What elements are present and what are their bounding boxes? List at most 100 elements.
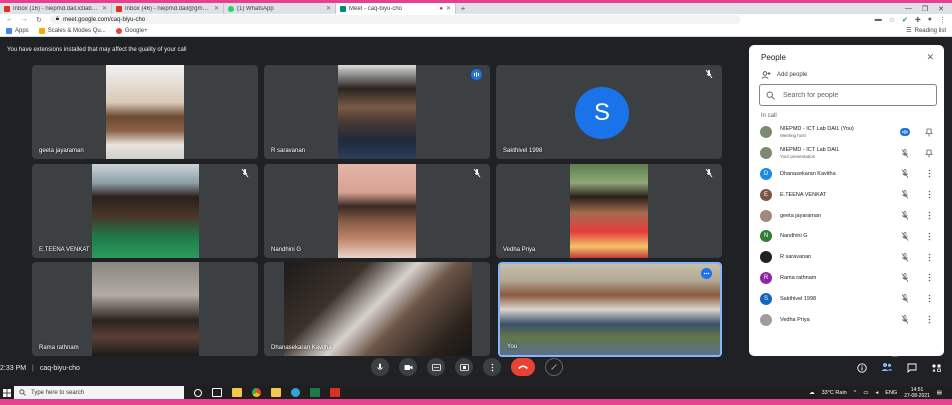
mic-off-icon[interactable] xyxy=(900,211,910,221)
close-window-icon[interactable]: ✕ xyxy=(938,5,944,13)
pen-button[interactable] xyxy=(545,358,563,376)
captions-button[interactable] xyxy=(427,358,445,376)
video-tile-geeta[interactable]: geeta jayaraman xyxy=(32,65,258,159)
video-tile-nandhini[interactable]: Nandhini G xyxy=(264,164,490,258)
mic-off-icon[interactable] xyxy=(900,148,910,158)
bookmark-scales[interactable]: Scales & Modes Qu... xyxy=(38,27,106,34)
bookmark-apps[interactable]: Apps xyxy=(6,27,29,34)
participant-row[interactable]: D Dhanasekaran Kavitha xyxy=(749,164,944,185)
video-tile-dhanasekaran[interactable]: Dhanasekaran Kavitha xyxy=(264,262,490,356)
add-people-button[interactable]: Add people xyxy=(761,71,807,79)
file-explorer-icon[interactable] xyxy=(232,388,242,397)
participant-row[interactable]: N Nandhini G xyxy=(749,226,944,247)
back-icon[interactable]: ← xyxy=(6,16,13,23)
minimize-icon[interactable]: — xyxy=(905,5,912,12)
people-button[interactable]: 10 xyxy=(881,352,899,377)
mic-off-icon[interactable] xyxy=(900,190,910,200)
mic-off-icon[interactable] xyxy=(900,315,910,325)
more-vert-icon[interactable] xyxy=(924,231,934,241)
address-bar[interactable]: 🔒︎ meet.google.com/caq-biyu-cho xyxy=(49,15,740,24)
task-view-icon[interactable] xyxy=(212,388,222,397)
chrome-icon[interactable] xyxy=(252,388,261,397)
camera-button[interactable] xyxy=(399,358,417,376)
clock[interactable]: 14:51 27-08-2021 xyxy=(904,387,930,399)
language-indicator[interactable]: ENG xyxy=(885,390,897,396)
maximize-icon[interactable]: ❐ xyxy=(922,5,928,13)
present-button[interactable] xyxy=(455,358,473,376)
taskbar-search[interactable]: Type here to search xyxy=(14,386,184,399)
participant-row[interactable]: R saravanan xyxy=(749,247,944,268)
mic-off-icon[interactable] xyxy=(900,273,910,283)
gmail-icon xyxy=(116,5,122,12)
video-tile-vedha[interactable]: Vedha Priya xyxy=(496,164,722,258)
puzzle-icon[interactable]: ✚ xyxy=(915,16,921,24)
more-vert-icon[interactable] xyxy=(924,294,934,304)
acrobat-icon[interactable] xyxy=(330,388,340,397)
more-options-button[interactable] xyxy=(483,358,501,376)
activities-icon[interactable] xyxy=(931,363,942,373)
participant-row[interactable]: geeta jayaraman xyxy=(749,205,944,226)
more-vert-icon[interactable] xyxy=(924,169,934,179)
more-vert-icon[interactable] xyxy=(924,252,934,262)
participant-row[interactable]: NIEPMD - ICT Lab DAIL Your presentation xyxy=(749,143,944,164)
tab-gmail-ictlab[interactable]: Inbox (16) - niepmd.dail.ictlab@... ✕ xyxy=(0,3,112,14)
pin-icon[interactable] xyxy=(924,127,934,137)
profile-icon[interactable]: ● xyxy=(928,16,932,23)
speaking-indicator-icon[interactable] xyxy=(900,127,910,137)
more-vert-icon[interactable] xyxy=(924,273,934,283)
camera-icon[interactable]: ▬ xyxy=(875,16,882,23)
new-tab-button[interactable]: + xyxy=(456,3,470,14)
edge-icon[interactable] xyxy=(291,388,300,397)
more-vert-icon[interactable] xyxy=(924,211,934,221)
participant-row[interactable]: NIEPMD - ICT Lab DAIL (You) Meeting host xyxy=(749,122,944,143)
mic-off-icon[interactable] xyxy=(900,169,910,179)
video-tile-sakthivel[interactable]: S Sakthivel 1998 xyxy=(496,65,722,159)
network-icon[interactable]: ▭ xyxy=(863,390,868,396)
weather-text[interactable]: 33°C Rain xyxy=(822,390,847,396)
mic-off-icon[interactable] xyxy=(900,294,910,304)
forward-icon[interactable]: → xyxy=(21,16,28,23)
close-icon[interactable]: ✕ xyxy=(326,5,331,12)
pin-icon[interactable] xyxy=(924,148,934,158)
folder-icon[interactable] xyxy=(271,388,281,397)
people-search-box[interactable] xyxy=(759,84,937,106)
end-call-button[interactable] xyxy=(511,358,535,376)
more-vert-icon[interactable] xyxy=(924,315,934,325)
mic-button[interactable] xyxy=(371,358,389,376)
video-tile-saravanan[interactable]: R saravanan xyxy=(264,65,490,159)
close-icon[interactable]: ✕ xyxy=(214,5,219,12)
tab-whatsapp[interactable]: (1) WhatsApp ✕ xyxy=(224,3,336,14)
chat-icon[interactable] xyxy=(907,363,917,373)
notifications-icon[interactable]: ▤ xyxy=(937,390,942,396)
video-tile-rama[interactable]: Rama rathnam xyxy=(32,262,258,356)
close-icon[interactable]: ✕ xyxy=(446,5,451,12)
reload-icon[interactable]: ↻ xyxy=(36,16,42,24)
participant-row[interactable]: R Rama rathnam xyxy=(749,268,944,289)
excel-icon[interactable] xyxy=(310,388,320,397)
tab-meet[interactable]: Meet - caq-biyu-cho ● ✕ xyxy=(336,3,456,14)
mic-off-icon[interactable] xyxy=(900,252,910,262)
cortana-icon[interactable] xyxy=(194,388,202,397)
participant-name: Vedha Priya xyxy=(503,247,536,253)
participant-row[interactable]: Vedha Priya xyxy=(749,309,944,330)
bookmark-google[interactable]: Google+ xyxy=(115,27,148,34)
video-tile-self[interactable]: You xyxy=(498,262,722,357)
participant-row[interactable]: E E.TEENA VENKAT xyxy=(749,184,944,205)
info-icon[interactable] xyxy=(857,363,867,373)
windows-start-button[interactable] xyxy=(0,386,14,399)
video-tile-teena[interactable]: E.TEENA VENKAT xyxy=(32,164,258,258)
menu-icon[interactable]: ⋮ xyxy=(939,16,946,24)
participant-row[interactable]: S Sakthivel 1998 xyxy=(749,288,944,309)
more-options-icon[interactable] xyxy=(701,268,712,279)
more-vert-icon[interactable] xyxy=(924,190,934,200)
people-search-input[interactable] xyxy=(783,91,923,99)
mic-off-icon[interactable] xyxy=(900,231,910,241)
close-icon[interactable]: ✕ xyxy=(926,52,934,63)
reading-list[interactable]: ☰ Reading list xyxy=(906,27,946,35)
star-icon[interactable]: ☆ xyxy=(889,16,895,24)
tray-overflow-icon[interactable]: ^ xyxy=(854,390,857,396)
volume-icon[interactable]: ◂ xyxy=(876,390,879,396)
close-icon[interactable]: ✕ xyxy=(102,5,107,12)
tab-gmail-dail[interactable]: Inbox (46) - niepmd.dail@gmail... ✕ xyxy=(112,3,224,14)
extension-check-icon[interactable]: ✔ xyxy=(902,16,908,24)
